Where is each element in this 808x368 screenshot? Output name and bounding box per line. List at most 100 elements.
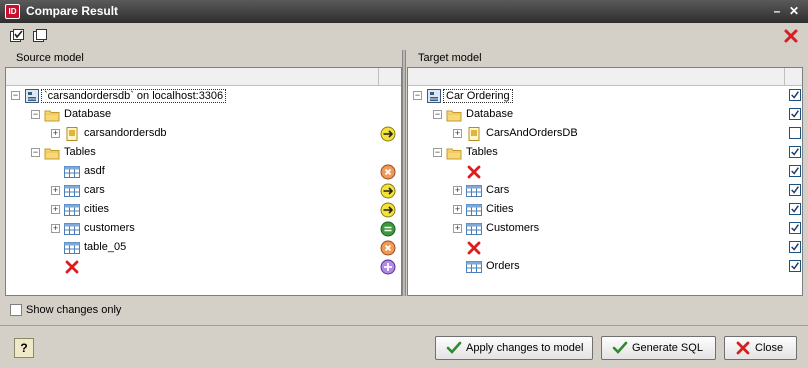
uncheck-all-icon[interactable] bbox=[32, 28, 48, 44]
target-column-header bbox=[408, 68, 802, 86]
show-changes-only-checkbox[interactable] bbox=[10, 304, 22, 316]
tree-row-label: asdf bbox=[84, 165, 105, 177]
expand-icon[interactable]: + bbox=[453, 129, 462, 138]
collapse-icon[interactable]: − bbox=[433, 148, 442, 157]
tree-row[interactable]: − Database bbox=[408, 106, 802, 125]
include-checkbox[interactable] bbox=[789, 89, 801, 101]
table-icon bbox=[64, 221, 80, 237]
close-x-icon bbox=[736, 341, 750, 355]
app-icon: ID bbox=[5, 4, 20, 19]
minimize-button[interactable]: – bbox=[770, 4, 784, 18]
panel-splitter[interactable] bbox=[402, 50, 406, 296]
folder-icon bbox=[44, 145, 60, 161]
include-checkbox[interactable] bbox=[789, 108, 801, 120]
table-icon bbox=[64, 240, 80, 256]
title-bar: ID Compare Result – ✕ bbox=[0, 0, 808, 23]
expand-icon[interactable]: + bbox=[453, 224, 462, 233]
tree-row[interactable] bbox=[408, 239, 802, 258]
tree-row[interactable] bbox=[408, 163, 802, 182]
tree-row[interactable]: Orders bbox=[408, 258, 802, 277]
collapse-icon[interactable]: − bbox=[413, 91, 422, 100]
checkmark-icon bbox=[791, 205, 799, 213]
tree-row-label: Tables bbox=[466, 146, 498, 158]
include-checkbox[interactable] bbox=[789, 146, 801, 158]
folder-icon bbox=[44, 107, 60, 123]
apply-changes-button[interactable]: Apply changes to model bbox=[435, 336, 593, 360]
generate-sql-button[interactable]: Generate SQL bbox=[601, 336, 716, 360]
tree-row[interactable]: − Car Ordering bbox=[408, 87, 802, 106]
expand-icon[interactable]: + bbox=[51, 224, 60, 233]
database-icon bbox=[64, 126, 80, 142]
tree-row[interactable]: + cars bbox=[6, 182, 401, 201]
tree-row[interactable]: + Customers bbox=[408, 220, 802, 239]
divider bbox=[0, 325, 808, 326]
removed-state-icon bbox=[380, 164, 396, 180]
equal-state-icon bbox=[380, 221, 396, 237]
close-label: Close bbox=[755, 342, 784, 354]
help-button[interactable]: ? bbox=[14, 338, 34, 358]
tree-row-label: Cars bbox=[486, 184, 510, 196]
apply-changes-label: Apply changes to model bbox=[466, 342, 584, 354]
collapse-icon[interactable]: − bbox=[11, 91, 20, 100]
expand-icon[interactable]: + bbox=[51, 205, 60, 214]
tree-row-label: CarsAndOrdersDB bbox=[486, 127, 578, 139]
checkmark-icon bbox=[791, 148, 799, 156]
tree-row[interactable] bbox=[6, 258, 401, 277]
model-icon bbox=[426, 88, 442, 104]
tree-row-label: Customers bbox=[486, 222, 540, 234]
tree-row-label: Cities bbox=[486, 203, 514, 215]
tree-row[interactable]: asdf bbox=[6, 163, 401, 182]
tree-row[interactable]: − Database bbox=[6, 106, 401, 125]
expand-icon[interactable]: + bbox=[51, 129, 60, 138]
folder-icon bbox=[446, 107, 462, 123]
tree-row[interactable]: − Tables bbox=[6, 144, 401, 163]
expand-icon[interactable]: + bbox=[453, 186, 462, 195]
check-all-icon[interactable] bbox=[9, 28, 25, 44]
generate-sql-label: Generate SQL bbox=[632, 342, 703, 354]
expand-icon[interactable]: + bbox=[453, 205, 462, 214]
removed-state-icon bbox=[380, 240, 396, 256]
table-icon bbox=[64, 202, 80, 218]
collapse-icon[interactable]: − bbox=[433, 110, 442, 119]
table-icon bbox=[64, 183, 80, 199]
model-icon bbox=[24, 88, 40, 104]
tree-row[interactable]: table_05 bbox=[6, 239, 401, 258]
include-checkbox[interactable] bbox=[789, 165, 801, 177]
tree-row[interactable]: − Tables bbox=[408, 144, 802, 163]
target-tree-panel[interactable]: − Car Ordering − Database + CarsAndOrdersDB − T… bbox=[407, 67, 803, 296]
table-icon bbox=[466, 259, 482, 275]
include-checkbox[interactable] bbox=[789, 127, 801, 139]
expand-icon[interactable]: + bbox=[51, 186, 60, 195]
tree-row[interactable]: + CarsAndOrdersDB bbox=[408, 125, 802, 144]
collapse-icon[interactable]: − bbox=[31, 110, 40, 119]
tree-row[interactable]: + cities bbox=[6, 201, 401, 220]
source-model-label: Source model bbox=[16, 52, 84, 64]
tree-row[interactable]: + carsandordersdb bbox=[6, 125, 401, 144]
close-panel-icon[interactable] bbox=[783, 28, 799, 44]
checkmark-icon bbox=[446, 341, 462, 354]
collapse-icon[interactable]: − bbox=[31, 148, 40, 157]
checkmark-icon bbox=[791, 224, 799, 232]
source-tree-panel[interactable]: − `carsandordersdb` on localhost:3306− Dat… bbox=[5, 67, 402, 296]
tree-row-label: Tables bbox=[64, 146, 96, 158]
tree-row-label: cars bbox=[84, 184, 105, 196]
table-icon bbox=[466, 221, 482, 237]
close-button[interactable]: Close bbox=[724, 336, 797, 360]
show-changes-only-label: Show changes only bbox=[26, 304, 122, 316]
tree-row-label: table_05 bbox=[84, 241, 127, 253]
include-checkbox[interactable] bbox=[789, 222, 801, 234]
tree-row[interactable]: + Cities bbox=[408, 201, 802, 220]
tree-row[interactable]: + customers bbox=[6, 220, 401, 239]
source-column-header bbox=[6, 68, 401, 86]
include-checkbox[interactable] bbox=[789, 260, 801, 272]
tree-row[interactable]: − `carsandordersdb` on localhost:3306 bbox=[6, 87, 401, 106]
include-checkbox[interactable] bbox=[789, 184, 801, 196]
close-window-button[interactable]: ✕ bbox=[787, 4, 801, 18]
include-checkbox[interactable] bbox=[789, 203, 801, 215]
tree-row[interactable]: + Cars bbox=[408, 182, 802, 201]
missing-icon bbox=[64, 259, 80, 275]
table-icon bbox=[64, 164, 80, 180]
include-checkbox[interactable] bbox=[789, 241, 801, 253]
modified-state-icon bbox=[380, 183, 396, 199]
tree-row-label: Orders bbox=[486, 260, 520, 272]
